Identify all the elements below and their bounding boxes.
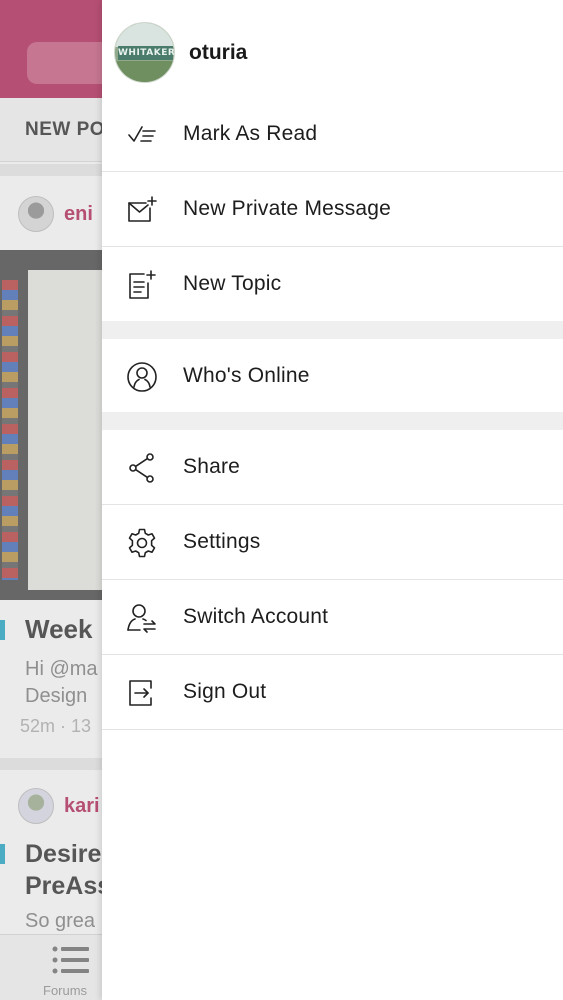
side-drawer: WHITAKER oturia Mark As Read New Private…: [102, 0, 563, 1000]
group-separator: [102, 412, 563, 430]
switch-account-icon: [126, 602, 158, 634]
menu-item-switch-account[interactable]: Switch Account: [102, 580, 563, 655]
avatar-sky: [115, 23, 174, 47]
menu-item-label: Switch Account: [183, 605, 329, 628]
avatar[interactable]: WHITAKER: [114, 22, 175, 83]
user-circle-icon: [126, 361, 158, 393]
menu-item-label: Sign Out: [183, 680, 267, 703]
menu-item-label: Who's Online: [183, 364, 310, 387]
sign-out-icon: [126, 677, 158, 709]
new-message-icon: [126, 194, 158, 226]
menu-item-label: Share: [183, 455, 241, 478]
gear-icon: [126, 527, 158, 559]
avatar-trees: [115, 61, 174, 82]
profile-header[interactable]: WHITAKER oturia: [102, 0, 563, 98]
menu-item-whos-online[interactable]: Who's Online: [102, 339, 563, 414]
dim-overlay-tint: [0, 0, 102, 1000]
menu-item-mark-as-read[interactable]: Mark As Read: [102, 97, 563, 172]
avatar-sign: WHITAKER: [118, 46, 175, 60]
group-separator: [102, 321, 563, 339]
menu-item-label: Settings: [183, 530, 261, 553]
menu-item-settings[interactable]: Settings: [102, 505, 563, 580]
share-icon: [126, 452, 158, 484]
menu-item-sign-out[interactable]: Sign Out: [102, 655, 563, 730]
profile-username[interactable]: oturia: [189, 41, 247, 65]
mark-as-read-icon: [126, 119, 158, 151]
menu-item-share[interactable]: Share: [102, 430, 563, 505]
menu-item-label: New Private Message: [183, 197, 392, 220]
menu-item-new-private-message[interactable]: New Private Message: [102, 172, 563, 247]
divider: [102, 729, 563, 730]
new-topic-icon: [126, 269, 158, 301]
menu-item-new-topic[interactable]: New Topic: [102, 247, 563, 322]
menu-item-label: Mark As Read: [183, 122, 318, 145]
menu-item-label: New Topic: [183, 272, 282, 295]
